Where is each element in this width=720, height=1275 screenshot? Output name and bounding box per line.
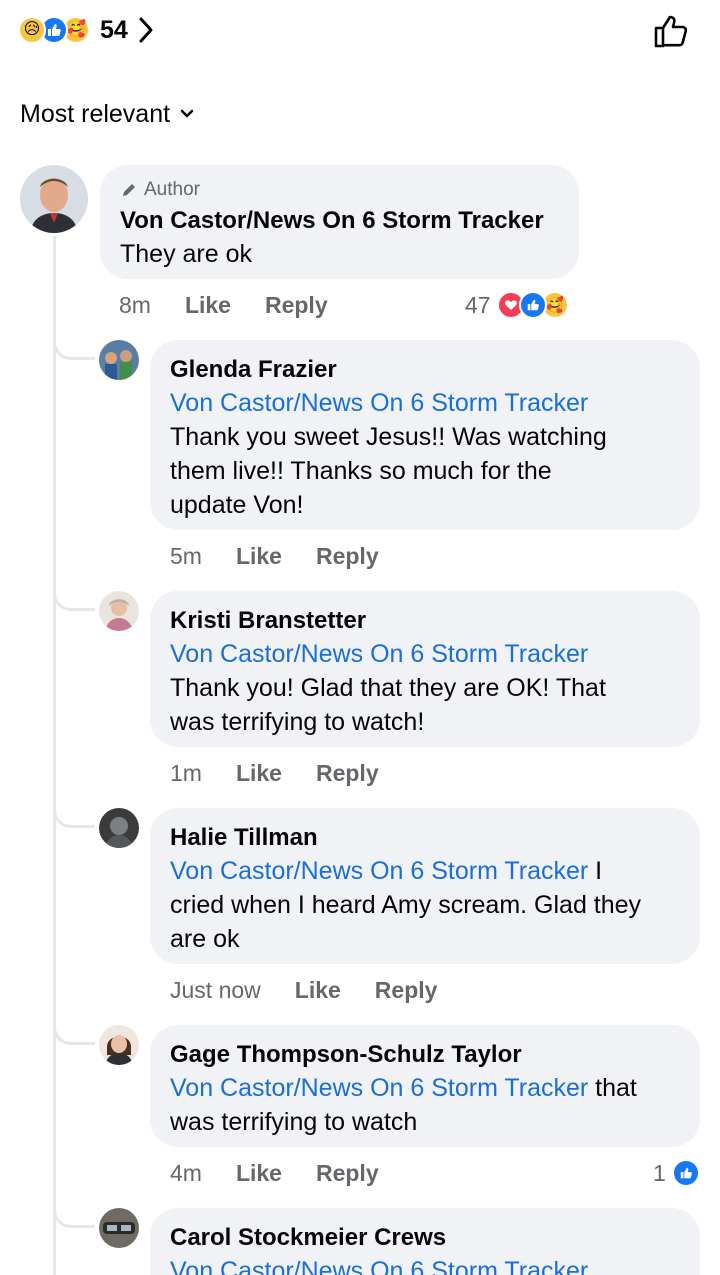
reply-bubble[interactable]: Glenda Frazier Von Castor/News On 6 Stor… bbox=[150, 340, 700, 530]
reply-text: Von Castor/News On 6 Storm Tracker Thank… bbox=[170, 389, 607, 519]
comment-time[interactable]: 8m bbox=[119, 292, 151, 319]
like-reaction-icon bbox=[671, 1159, 700, 1187]
like-button[interactable]: Like bbox=[236, 543, 282, 570]
avatar[interactable] bbox=[99, 1025, 139, 1065]
mention-link[interactable]: Von Castor/News On 6 Storm Tracker bbox=[170, 1074, 588, 1102]
reply-actions: 4m Like Reply bbox=[170, 1157, 413, 1189]
chevron-right-icon bbox=[139, 17, 153, 43]
thread-line bbox=[53, 236, 56, 1275]
comment-reaction-count: 47 bbox=[465, 291, 491, 318]
thread-branch bbox=[53, 802, 95, 828]
comment-text: They are ok bbox=[120, 240, 253, 268]
avatar[interactable] bbox=[99, 591, 139, 631]
reply-actions: Just now Like Reply bbox=[170, 974, 471, 1006]
mention-link[interactable]: Von Castor/News On 6 Storm Tracker bbox=[170, 857, 588, 885]
reply-button[interactable]: Reply bbox=[316, 543, 379, 570]
thread-branch bbox=[53, 1202, 95, 1228]
reply-author-name[interactable]: Carol Stockmeier Crews bbox=[170, 1222, 680, 1254]
like-button[interactable]: Like bbox=[236, 1160, 282, 1187]
like-outline-icon[interactable] bbox=[652, 12, 690, 50]
reply-actions: 5m Like Reply bbox=[170, 540, 413, 572]
comment-author-name[interactable]: Von Castor/News On 6 Storm Tracker bbox=[120, 205, 559, 237]
reply-button[interactable]: Reply bbox=[316, 1160, 379, 1187]
reply-button[interactable]: Reply bbox=[265, 292, 328, 319]
like-reaction-icon bbox=[518, 291, 547, 319]
avatar[interactable] bbox=[99, 1208, 139, 1248]
reply-reaction-count: 1 bbox=[653, 1159, 666, 1186]
reply-author-name[interactable]: Glenda Frazier bbox=[170, 354, 680, 386]
reply-bubble[interactable]: Kristi Branstetter Von Castor/News On 6 … bbox=[150, 591, 700, 747]
mention-link[interactable]: Von Castor/News On 6 Storm Tracker bbox=[170, 640, 588, 668]
reply-actions: 1m Like Reply bbox=[170, 757, 413, 789]
reply-time[interactable]: 5m bbox=[170, 543, 202, 570]
like-button[interactable]: Like bbox=[295, 977, 341, 1004]
reply-time[interactable]: 4m bbox=[170, 1160, 202, 1187]
thread-branch bbox=[53, 585, 95, 611]
avatar[interactable] bbox=[99, 340, 139, 380]
reply-author-name[interactable]: Kristi Branstetter bbox=[170, 605, 680, 637]
author-badge: Author bbox=[120, 179, 559, 201]
reply-author-name[interactable]: Halie Tillman bbox=[170, 822, 680, 854]
like-button[interactable]: Like bbox=[236, 760, 282, 787]
mention-link[interactable]: Von Castor/News On 6 Storm Tracker bbox=[170, 389, 588, 417]
comment-reactions[interactable]: 47 🥰 bbox=[465, 289, 569, 321]
comment-bubble[interactable]: Author Von Castor/News On 6 Storm Tracke… bbox=[100, 165, 579, 279]
reply-button[interactable]: Reply bbox=[316, 760, 379, 787]
reply-reactions[interactable]: 1 bbox=[653, 1157, 700, 1189]
reactions-bar: 😥 🥰 54 bbox=[0, 0, 720, 62]
sort-dropdown[interactable]: Most relevant bbox=[20, 96, 194, 132]
reactions-summary[interactable]: 😥 🥰 54 bbox=[18, 14, 154, 46]
reply-bubble[interactable]: Gage Thompson-Schulz Taylor Von Castor/N… bbox=[150, 1025, 700, 1147]
chevron-down-icon bbox=[180, 109, 194, 118]
thread-branch bbox=[53, 1019, 95, 1045]
reply-time[interactable]: 1m bbox=[170, 760, 202, 787]
like-button[interactable]: Like bbox=[185, 292, 231, 319]
reply-button[interactable]: Reply bbox=[375, 977, 438, 1004]
mention-link[interactable]: Von Castor/News On 6 Storm Tracker bbox=[170, 1257, 588, 1275]
reply-text: Von Castor/News On 6 Storm Tracker I cri… bbox=[170, 857, 642, 953]
reply-text: Von Castor/News On 6 Storm Tracker Thank… bbox=[170, 640, 606, 736]
comment-actions: 8m Like Reply bbox=[119, 289, 362, 321]
reply-text: Von Castor/News On 6 Storm Tracker that … bbox=[170, 1074, 637, 1136]
avatar[interactable] bbox=[99, 808, 139, 848]
pencil-icon bbox=[123, 184, 135, 196]
reply-bubble[interactable]: Halie Tillman Von Castor/News On 6 Storm… bbox=[150, 808, 700, 964]
reply-author-name[interactable]: Gage Thompson-Schulz Taylor bbox=[170, 1039, 680, 1071]
sort-label: Most relevant bbox=[20, 99, 171, 128]
reply-time[interactable]: Just now bbox=[170, 977, 261, 1004]
reply-bubble[interactable]: Carol Stockmeier Crews Von Castor/News O… bbox=[150, 1208, 700, 1275]
thread-branch bbox=[53, 334, 95, 360]
avatar[interactable] bbox=[20, 165, 88, 233]
sad-reaction-icon: 😥 bbox=[18, 16, 46, 44]
reply-text: Von Castor/News On 6 Storm Tracker bbox=[170, 1254, 680, 1275]
reaction-count: 54 bbox=[100, 15, 128, 44]
